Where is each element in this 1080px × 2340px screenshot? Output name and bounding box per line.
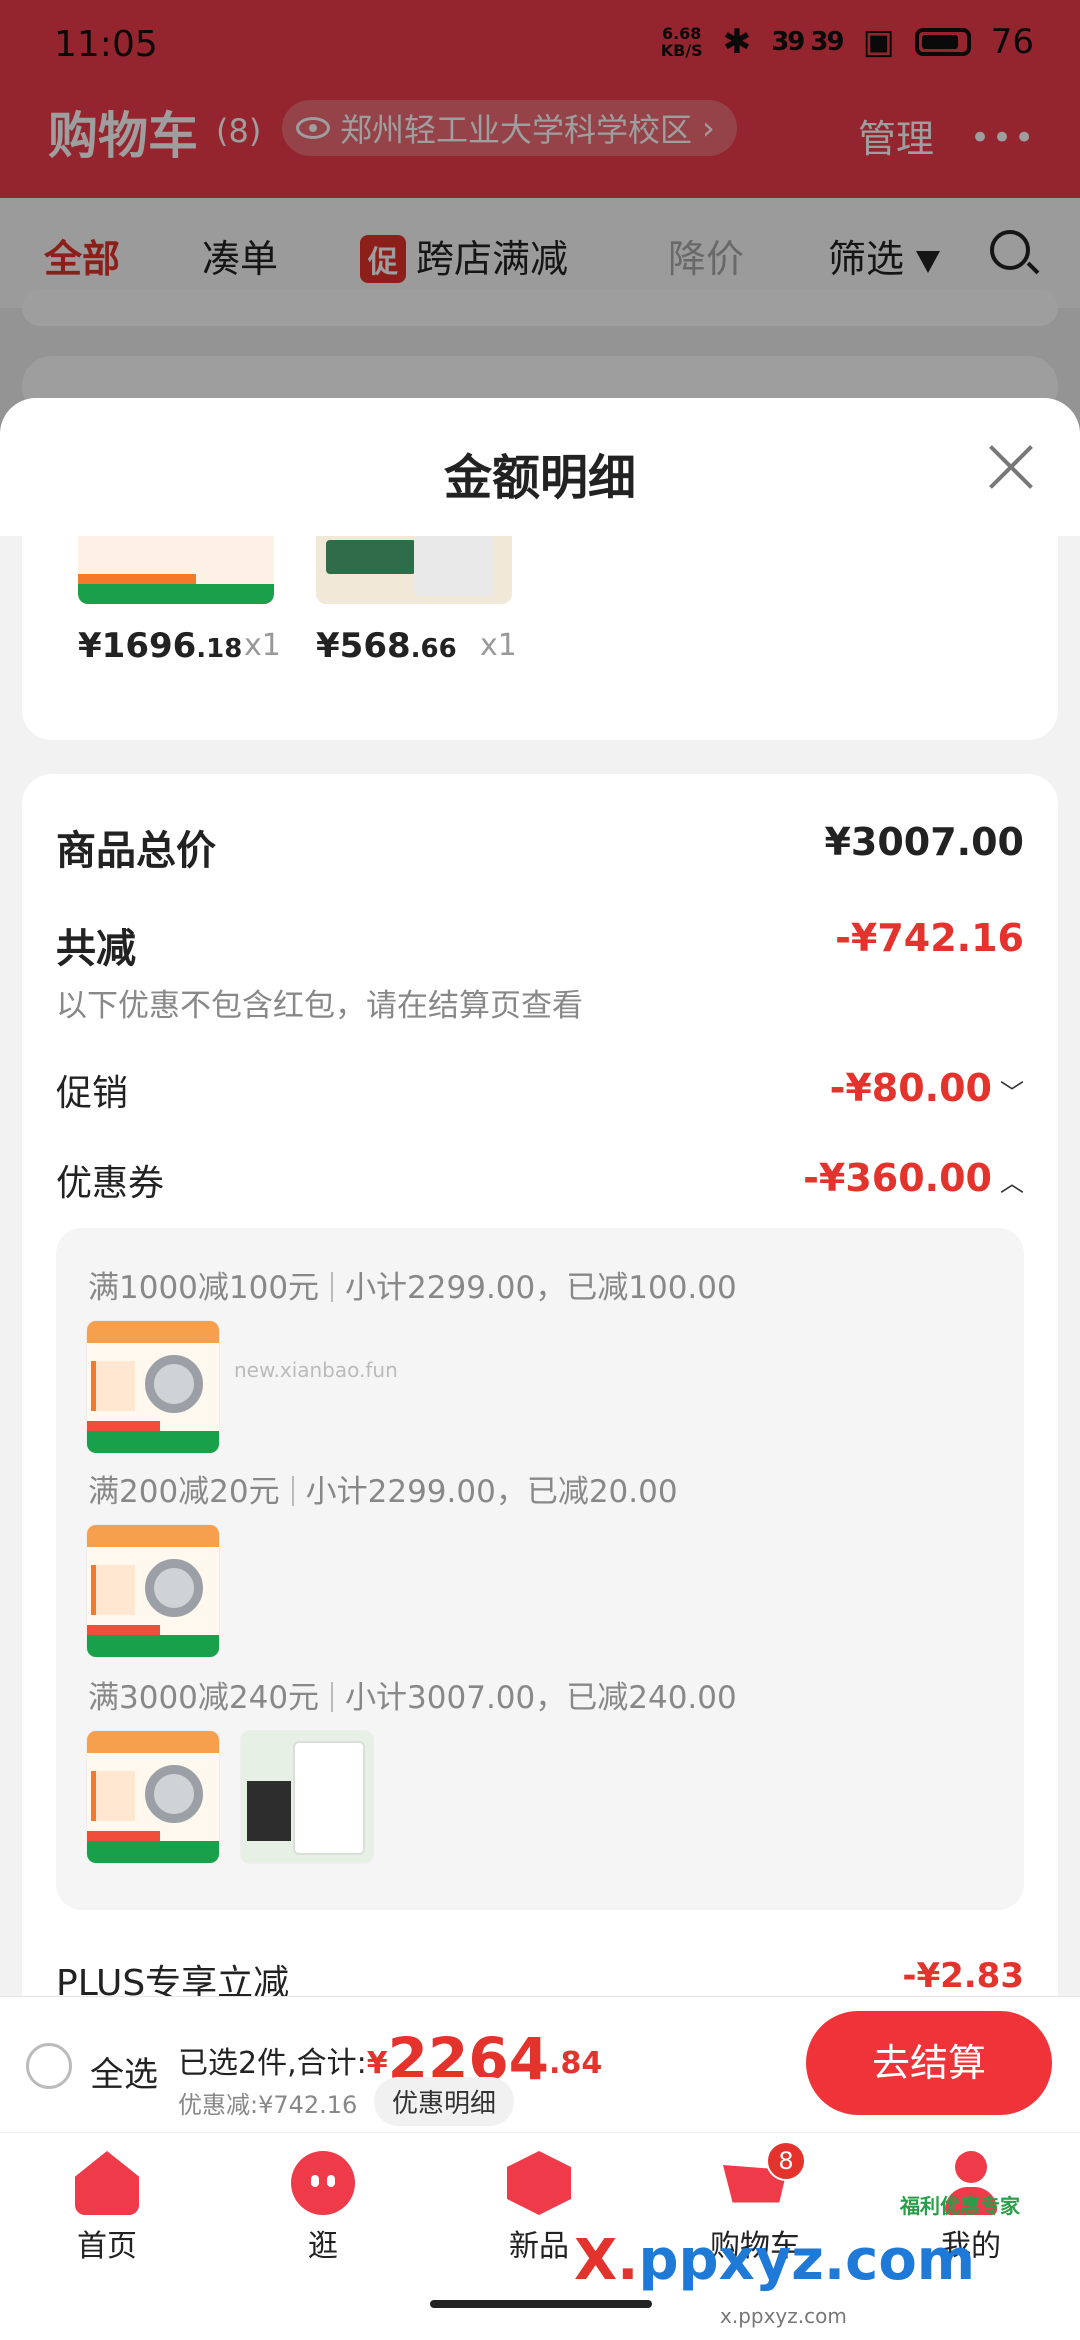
new-products-icon bbox=[507, 2151, 571, 2215]
coupon-details: 满1000减100元 小计2299.00，已减100.00 new.xianbao… bbox=[56, 1228, 1024, 1910]
product-price: ¥1696.18 bbox=[78, 626, 243, 666]
coupon-product-thumbnail bbox=[86, 1320, 220, 1454]
product-quantity: x1 bbox=[480, 628, 517, 663]
nav-browse[interactable]: 逛 bbox=[248, 2151, 398, 2265]
total-discount-value: -¥742.16 bbox=[835, 916, 1024, 960]
promotion-value: -¥80.00 bbox=[829, 1066, 992, 1110]
amount-detail-sheet: 金额明细 ¥1696.18 x1 ¥568.66 x1 商品总价 ¥3007.0… bbox=[0, 398, 1080, 2128]
coupon-row[interactable]: -¥360.00 ︿ bbox=[803, 1156, 1024, 1200]
checkout-bar: 全选 已选2件,合计:¥2264.84 优惠减:¥742.16 优惠明细 去结算 bbox=[0, 1996, 1080, 2132]
select-all-label[interactable]: 全选 bbox=[90, 2047, 158, 2096]
total-price-label: 商品总价 bbox=[56, 828, 216, 874]
close-icon[interactable] bbox=[988, 444, 1034, 490]
total-price-value: ¥3007.00 bbox=[824, 820, 1024, 864]
discount-detail-button[interactable]: 优惠明细 bbox=[374, 2077, 515, 2126]
browse-icon bbox=[291, 2151, 355, 2215]
home-icon bbox=[75, 2151, 139, 2215]
watermark-url: x.ppxyz.com bbox=[720, 2304, 847, 2328]
chevron-down-icon: ﹀ bbox=[1000, 1079, 1024, 1107]
sheet-header: 金额明细 bbox=[0, 398, 1080, 536]
cart-badge: 8 bbox=[766, 2141, 806, 2181]
selected-products: ¥1696.18 x1 ¥568.66 x1 bbox=[22, 536, 1058, 740]
coupon-rule-line: 满1000减100元 小计2299.00，已减100.00 bbox=[88, 1270, 737, 1306]
watermark-badge: 福利优惠专家 bbox=[900, 2194, 1020, 2218]
coupon-product-thumbnail bbox=[86, 1524, 220, 1658]
coupon-product-thumbnail bbox=[240, 1730, 374, 1864]
discount-note: 以下优惠不包含红包，请在结算页查看 bbox=[56, 988, 583, 1024]
plus-discount-value: -¥2.83 bbox=[902, 1956, 1024, 1996]
watermark-logo: X.ppxyz.com bbox=[574, 2228, 976, 2293]
product-price: ¥568.66 bbox=[316, 626, 457, 666]
product-thumbnail-washer[interactable] bbox=[316, 536, 512, 604]
promotion-label: 促销 bbox=[56, 1073, 129, 1114]
watermark-text: new.xianbao.fun bbox=[234, 1358, 398, 1382]
promotion-row[interactable]: -¥80.00 ﹀ bbox=[830, 1066, 1024, 1110]
chevron-up-icon: ︿ bbox=[1000, 1169, 1024, 1197]
product-quantity: x1 bbox=[244, 628, 281, 663]
price-breakdown: 商品总价 ¥3007.00 共减 -¥742.16 以下优惠不包含红包，请在结算… bbox=[22, 774, 1058, 2128]
coupon-rule-line: 满3000减240元 小计3007.00，已减240.00 bbox=[88, 1680, 737, 1716]
coupon-rule-line: 满200减20元 小计2299.00，已减20.00 bbox=[88, 1474, 678, 1510]
checkout-button[interactable]: 去结算 bbox=[806, 2011, 1052, 2115]
coupon-product-thumbnail bbox=[86, 1730, 220, 1864]
selected-count: 已选2件,合计: bbox=[178, 2046, 367, 2081]
total-discount-label: 共减 bbox=[56, 926, 136, 972]
select-all-checkbox[interactable] bbox=[26, 2043, 72, 2089]
coupon-value: -¥360.00 bbox=[803, 1156, 992, 1200]
sheet-title: 金额明细 bbox=[443, 450, 636, 506]
coupon-label: 优惠券 bbox=[56, 1163, 165, 1204]
nav-home[interactable]: 首页 bbox=[32, 2151, 182, 2265]
home-indicator[interactable] bbox=[430, 2300, 652, 2308]
product-thumbnail-watch[interactable] bbox=[78, 536, 274, 604]
discount-summary: 优惠减:¥742.16 bbox=[178, 2091, 358, 2119]
